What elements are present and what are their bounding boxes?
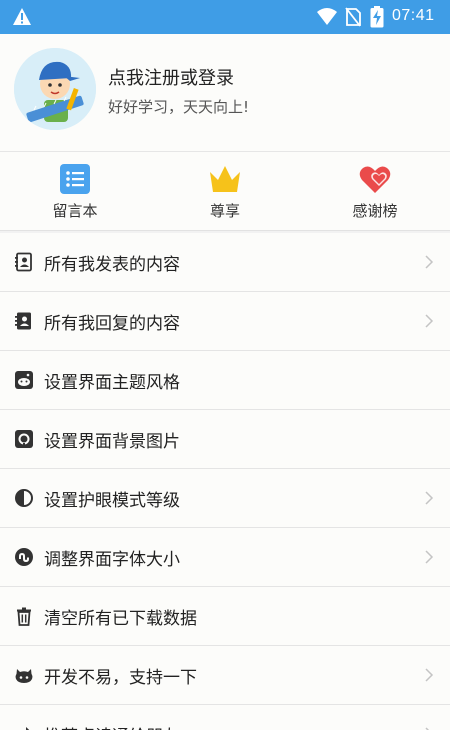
menu-label: 清空所有已下载数据	[44, 609, 197, 629]
crown-icon	[210, 166, 240, 192]
menu-label: 开发不易，支持一下	[44, 668, 197, 688]
avatar[interactable]	[14, 48, 96, 130]
chevron-right-icon	[425, 550, 434, 564]
guestbook-shortcut[interactable]: 留言本	[30, 162, 120, 222]
chevron-right-icon	[425, 314, 434, 328]
menu-item-background-image[interactable]: 设置界面背景图片	[0, 410, 450, 469]
reddit-icon	[15, 371, 33, 389]
thanks-list-label: 感谢榜	[352, 202, 398, 220]
menu-label: 所有我回复的内容	[44, 314, 180, 334]
menu-label: 推荐卓读通给朋友	[44, 722, 180, 730]
status-bar: 07:41	[0, 0, 450, 34]
battery-charging-icon	[370, 6, 384, 28]
address-book-icon	[15, 312, 31, 330]
github-alt-icon	[15, 669, 33, 683]
cartoon-student-avatar-icon	[14, 48, 96, 130]
menu-item-my-replies[interactable]: 所有我回复的内容	[0, 292, 450, 351]
menu-label: 所有我发表的内容	[44, 255, 180, 275]
trash-icon	[17, 607, 31, 626]
menu-label: 设置护眼模式等级	[44, 491, 180, 511]
vip-label: 尊享	[209, 202, 240, 220]
menu-label: 调整界面字体大小	[44, 550, 180, 570]
warning-icon	[13, 8, 31, 25]
profile-header[interactable]: 点我注册或登录 好好学习，天天向上!	[0, 34, 450, 152]
guestbook-label: 留言本	[52, 202, 98, 220]
menu-item-clear-downloads[interactable]: 清空所有已下载数据	[0, 587, 450, 646]
menu-label: 设置界面主题风格	[44, 373, 180, 393]
shortcut-row: 留言本 尊享 感谢榜	[0, 152, 450, 231]
menu-item-eye-care-mode[interactable]: 设置护眼模式等级	[0, 469, 450, 528]
chevron-right-icon	[425, 491, 434, 505]
vip-shortcut[interactable]: 尊享	[180, 162, 270, 222]
contact-card-icon	[15, 252, 32, 272]
hearts-icon	[359, 166, 391, 193]
settings-menu: 所有我发表的内容 所有我回复的内容 设置界面主题风格 设置界面背景图片 设置护眼…	[0, 233, 450, 730]
contrast-icon	[15, 489, 33, 507]
menu-item-theme-style[interactable]: 设置界面主题风格	[0, 351, 450, 410]
github-icon	[15, 430, 33, 448]
login-prompt[interactable]: 点我注册或登录	[108, 64, 234, 90]
profile-motto: 好好学习，天天向上!	[108, 98, 250, 116]
wifi-icon	[317, 8, 337, 25]
menu-item-font-size[interactable]: 调整界面字体大小	[0, 528, 450, 587]
no-sim-icon	[345, 7, 361, 27]
chevron-right-icon	[425, 668, 434, 682]
share-icon	[26, 727, 30, 730]
list-icon	[60, 164, 90, 194]
thanks-list-shortcut[interactable]: 感谢榜	[330, 162, 420, 222]
menu-item-my-posts[interactable]: 所有我发表的内容	[0, 233, 450, 292]
chevron-right-icon	[425, 255, 434, 269]
menu-item-support-developer[interactable]: 开发不易，支持一下	[0, 646, 450, 705]
stumbleupon-icon	[15, 548, 33, 566]
menu-label: 设置界面背景图片	[44, 432, 180, 452]
menu-item-recommend-to-friends[interactable]: 推荐卓读通给朋友	[0, 705, 450, 730]
status-time: 07:41	[392, 7, 435, 24]
